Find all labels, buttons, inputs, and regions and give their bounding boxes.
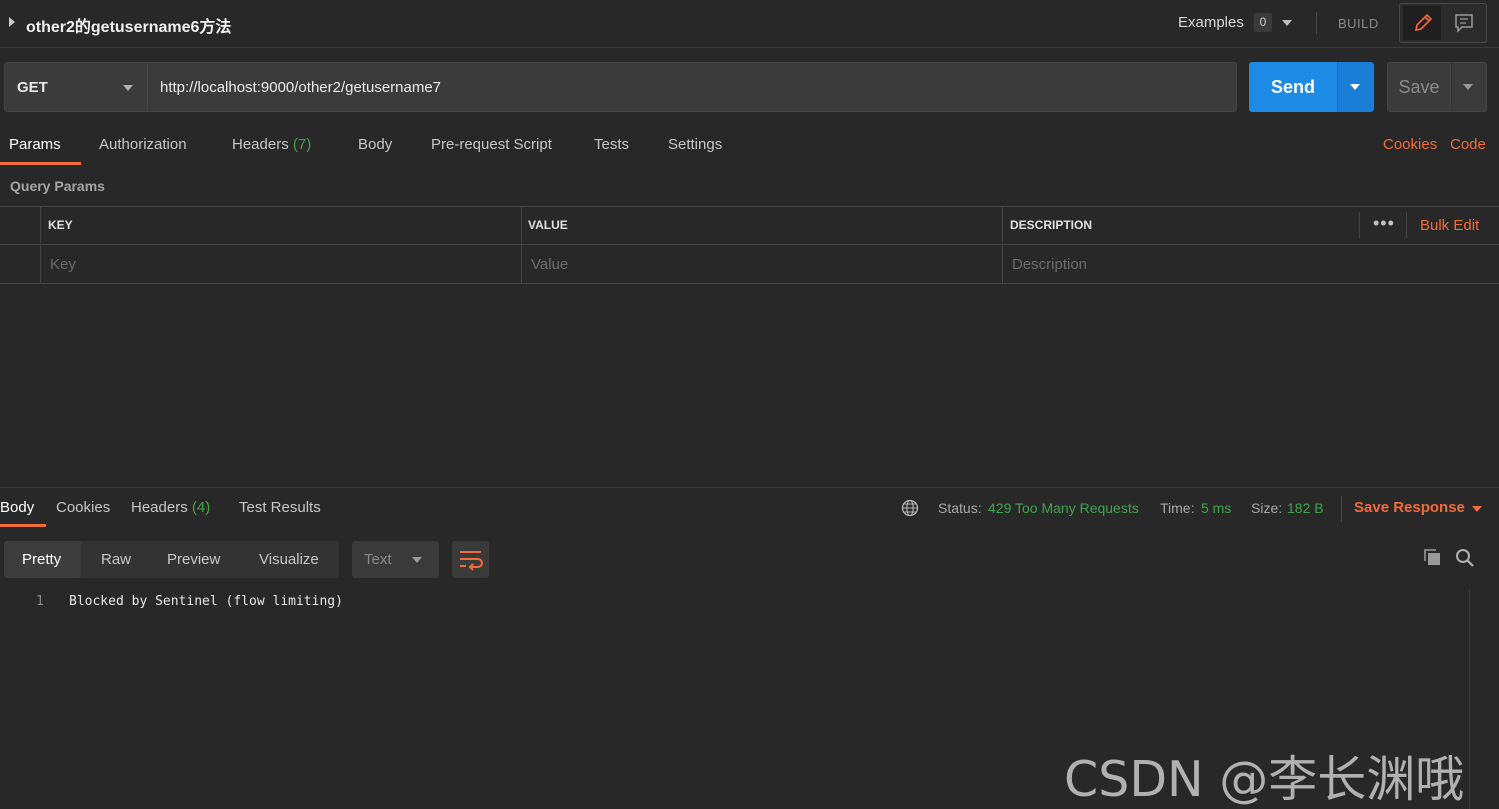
table-border — [0, 206, 1499, 207]
examples-label[interactable]: Examples — [1178, 14, 1244, 31]
response-tab-headers[interactable]: Headers (4) — [131, 499, 210, 516]
body-format-group: Pretty Raw Preview Visualize — [4, 541, 339, 578]
column-divider — [40, 206, 41, 284]
comment-icon — [1455, 14, 1473, 33]
time-label: Time: — [1160, 500, 1195, 516]
wrap-lines-icon — [460, 551, 483, 571]
response-body-line: Blocked by Sentinel (flow limiting) — [69, 594, 343, 609]
tab-headers-label: Headers — [232, 136, 289, 153]
tab-body[interactable]: Body — [358, 136, 392, 153]
send-button[interactable]: Send — [1249, 62, 1337, 112]
comments-button[interactable] — [1445, 6, 1483, 40]
examples-count-badge: 0 — [1254, 13, 1272, 32]
request-title[interactable]: other2的getusername6方法 — [26, 13, 231, 37]
more-options-icon[interactable]: ••• — [1373, 213, 1395, 234]
column-divider — [1002, 206, 1003, 284]
time-value[interactable]: 5 ms — [1201, 500, 1231, 516]
tab-params[interactable]: Params — [9, 136, 61, 153]
build-mode-label[interactable]: BUILD — [1338, 16, 1379, 31]
copy-icon[interactable] — [1422, 547, 1442, 571]
language-select[interactable]: Text — [352, 541, 439, 578]
watermark: CSDN @李长渊哦 — [1064, 751, 1465, 808]
url-text: http://localhost:9000/other2/getusername… — [160, 79, 442, 96]
scrollbar[interactable] — [1469, 590, 1470, 809]
expand-caret-icon[interactable] — [9, 17, 15, 27]
response-divider[interactable] — [0, 487, 1499, 488]
format-preview[interactable]: Preview — [167, 551, 220, 568]
bulk-edit-link[interactable]: Bulk Edit — [1420, 217, 1479, 234]
save-button[interactable]: Save — [1387, 62, 1451, 112]
divider — [1316, 12, 1317, 34]
description-input[interactable]: Description — [1012, 256, 1087, 273]
chevron-down-icon — [1463, 84, 1473, 90]
globe-icon[interactable] — [901, 499, 919, 521]
column-divider — [1359, 212, 1360, 238]
format-pretty-label: Pretty — [22, 551, 62, 568]
method-label: GET — [17, 79, 48, 96]
tab-pre-request-script[interactable]: Pre-request Script — [431, 136, 552, 153]
response-tab-headers-label: Headers — [131, 499, 188, 516]
chevron-down-icon — [412, 557, 422, 563]
response-tab-body[interactable]: Body — [0, 499, 34, 516]
response-headers-count: (4) — [191, 499, 211, 516]
format-pretty[interactable]: Pretty — [4, 541, 81, 578]
send-options-button[interactable] — [1337, 62, 1374, 112]
save-options-button[interactable] — [1451, 62, 1487, 112]
url-input[interactable]: http://localhost:9000/other2/getusername… — [148, 62, 1237, 112]
table-border — [0, 244, 1499, 245]
column-header-value: VALUE — [528, 218, 568, 232]
value-input[interactable]: Value — [531, 256, 568, 273]
size-label: Size: — [1251, 500, 1283, 516]
format-raw[interactable]: Raw — [101, 551, 131, 568]
chevron-down-icon — [1350, 84, 1360, 90]
chevron-down-icon — [123, 85, 133, 91]
wrap-lines-button[interactable] — [452, 541, 489, 578]
size-value[interactable]: 182 B — [1287, 500, 1324, 516]
line-number: 1 — [36, 594, 44, 609]
divider — [1341, 496, 1342, 522]
examples-dropdown-icon[interactable] — [1282, 20, 1292, 26]
tab-tests[interactable]: Tests — [594, 136, 629, 153]
cookies-link[interactable]: Cookies — [1383, 136, 1437, 153]
chevron-down-icon[interactable] — [1472, 506, 1482, 512]
key-input[interactable]: Key — [50, 256, 76, 273]
language-label: Text — [364, 551, 392, 568]
column-divider — [521, 206, 522, 284]
column-header-description: DESCRIPTION — [1010, 218, 1093, 232]
method-select[interactable]: GET — [4, 62, 148, 112]
edit-mode-button[interactable] — [1403, 6, 1441, 40]
pencil-icon — [1414, 13, 1433, 32]
response-tab-cookies[interactable]: Cookies — [56, 499, 110, 516]
code-link[interactable]: Code — [1450, 136, 1486, 153]
active-tab-indicator — [0, 524, 46, 527]
format-visualize[interactable]: Visualize — [259, 551, 319, 568]
request-title-bar: other2的getusername6方法 Examples 0 BUILD — [0, 0, 1499, 48]
search-icon[interactable] — [1455, 548, 1475, 572]
headers-count: (7) — [292, 136, 312, 153]
tab-settings[interactable]: Settings — [668, 136, 722, 153]
active-tab-indicator — [0, 162, 81, 165]
tab-headers[interactable]: Headers (7) — [232, 136, 311, 153]
response-tab-test-results[interactable]: Test Results — [239, 499, 321, 516]
column-divider — [1406, 212, 1407, 238]
query-params-table: KEY VALUE DESCRIPTION ••• Bulk Edit Key … — [0, 206, 1499, 284]
status-label: Status: — [938, 500, 982, 516]
save-response-button[interactable]: Save Response — [1354, 499, 1465, 516]
column-header-key: KEY — [48, 218, 73, 232]
status-value[interactable]: 429 Too Many Requests — [988, 500, 1139, 516]
tab-authorization[interactable]: Authorization — [99, 136, 187, 153]
query-params-title: Query Params — [10, 178, 105, 194]
table-border — [0, 283, 1499, 284]
